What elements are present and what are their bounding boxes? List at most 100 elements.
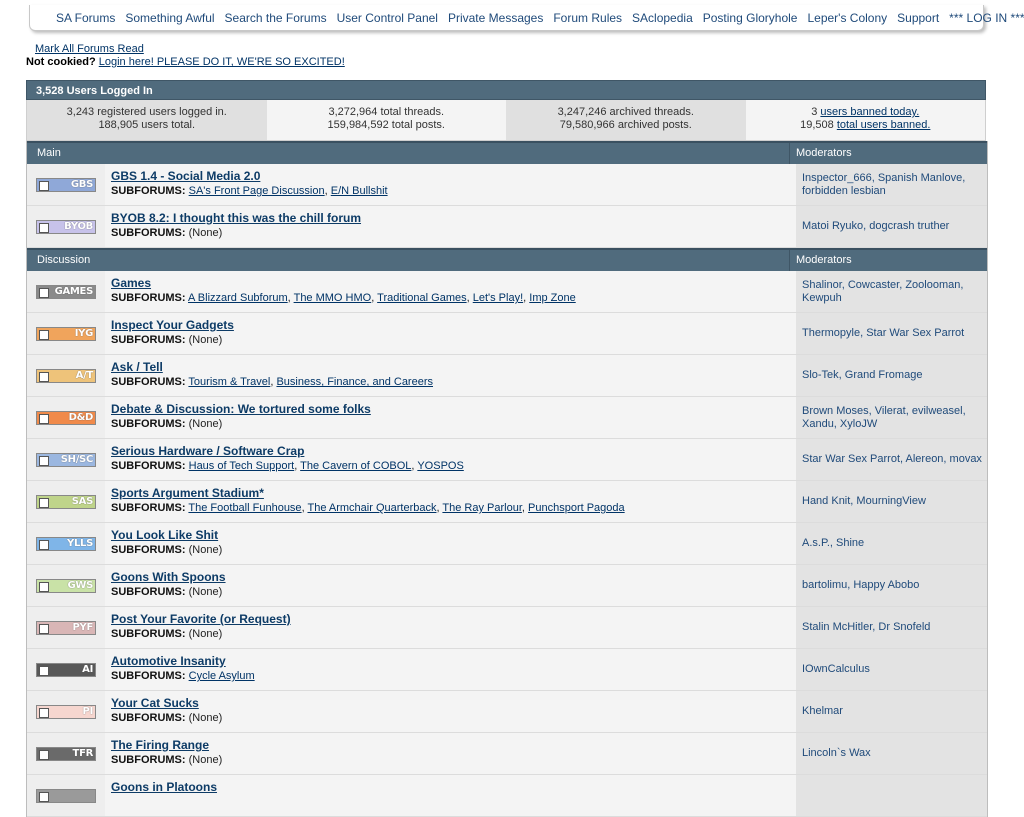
total-banned-count: 19,508: [800, 119, 834, 131]
forum-icon-cell: PYF: [27, 607, 105, 648]
login-link[interactable]: Login here! PLEASE DO IT, WE'RE SO EXCIT…: [99, 56, 345, 68]
forum-icon-cell: GAMES: [27, 271, 105, 312]
subforums-label: SUBFORUMS:: [111, 544, 186, 556]
forum-info: Goons in Platoons: [105, 775, 796, 816]
section-title: Discussion: [37, 254, 91, 266]
forum-title-link[interactable]: Your Cat Sucks: [111, 696, 796, 711]
forum-info: Automotive Insanity SUBFORUMS: Cycle Asyl…: [105, 649, 796, 690]
subforums-line: SUBFORUMS: Tourism & Travel, Business, F…: [111, 376, 433, 388]
nav-link-search-the-forums[interactable]: Search the Forums: [225, 11, 327, 25]
forum-icon[interactable]: YLLS: [36, 536, 96, 551]
subforums-none: (None): [188, 418, 223, 430]
forum-icon[interactable]: BYOB: [36, 219, 96, 234]
subforum-link[interactable]: Traditional Games: [377, 292, 466, 304]
subforums-none: (None): [188, 712, 223, 724]
subforum-link[interactable]: Punchsport Pagoda: [528, 502, 625, 514]
forum-title-link[interactable]: GBS 1.4 - Social Media 2.0: [111, 169, 796, 184]
forum-icon[interactable]: GWS: [36, 578, 96, 593]
archived-threads-text: 3,247,246 archived threads.: [557, 106, 694, 118]
forum-title-link[interactable]: Serious Hardware / Software Crap: [111, 444, 796, 459]
subforum-link[interactable]: Cycle Asylum: [189, 670, 255, 682]
forum-moderators: Matoi Ryuko, dogcrash truther: [796, 206, 987, 247]
subforums-none: (None): [188, 754, 223, 766]
forum-row: GAMES Games SUBFORUMS: A Blizzard Subforum…: [27, 271, 987, 313]
subforum-link[interactable]: Business, Finance, and Careers: [276, 376, 433, 388]
nav-link-posting-gloryhole[interactable]: Posting Gloryhole: [703, 11, 798, 25]
subforum-link[interactable]: The Football Funhouse: [188, 502, 301, 514]
checkbox-icon: [39, 665, 49, 676]
registered-users-text: 3,243 registered users logged in.: [66, 106, 227, 118]
checkbox-icon: [39, 623, 49, 634]
section-title: Main: [37, 147, 61, 159]
subforum-link[interactable]: The Cavern of COBOL: [300, 460, 411, 472]
subforum-link[interactable]: SA's Front Page Discussion: [189, 185, 325, 197]
forum-icon-label: D&D: [68, 412, 94, 423]
checkbox-icon: [39, 371, 49, 382]
forum-info: Sports Argument Stadium* SUBFORUMS: The F…: [105, 481, 796, 522]
subforum-link[interactable]: The Ray Parlour: [442, 502, 521, 514]
forum-icon[interactable]: D&D: [36, 410, 96, 425]
nav-link-support[interactable]: Support: [897, 11, 939, 25]
moderator-names: IOwnCalculus: [802, 663, 870, 675]
subforum-link[interactable]: YOSPOS: [417, 460, 463, 472]
nav-link-private-messages[interactable]: Private Messages: [448, 11, 543, 25]
mark-all-read-link[interactable]: Mark All Forums Read: [35, 43, 345, 56]
forum-icon[interactable]: SH/SC: [36, 452, 96, 467]
nav-link-sa-forums[interactable]: SA Forums: [56, 11, 115, 25]
subforum-link[interactable]: The Armchair Quarterback: [307, 502, 436, 514]
forum-row: YLLS You Look Like Shit SUBFORUMS: (None) A…: [27, 523, 987, 565]
forum-title-link[interactable]: Debate & Discussion: We tortured some fo…: [111, 402, 796, 417]
forum-icon[interactable]: A/T: [36, 368, 96, 383]
forum-title-link[interactable]: The Firing Range: [111, 738, 796, 753]
forum-icon-label: GAMES: [54, 286, 94, 297]
nav-link-something-awful[interactable]: Something Awful: [125, 11, 214, 25]
forum-row: BYOB BYOB 8.2: I thought this was the chi…: [27, 206, 987, 248]
forum-title-link[interactable]: Automotive Insanity: [111, 654, 796, 669]
subforum-link[interactable]: Tourism & Travel: [188, 376, 270, 388]
banned-today-link[interactable]: users banned today.: [820, 106, 919, 118]
forum-icon[interactable]: PYF: [36, 620, 96, 635]
moderator-names: bartolimu, Happy Abobo: [802, 579, 920, 591]
forum-icon-cell: [27, 775, 105, 816]
nav-link-leper-s-colony[interactable]: Leper's Colony: [807, 11, 887, 25]
not-cookied-label: Not cookied?: [26, 56, 96, 68]
forum-icon[interactable]: [36, 788, 96, 803]
nav-link-saclopedia[interactable]: SAclopedia: [632, 11, 693, 25]
subforum-link[interactable]: Imp Zone: [529, 292, 575, 304]
forum-title-link[interactable]: BYOB 8.2: I thought this was the chill f…: [111, 211, 796, 226]
forum-icon[interactable]: PI: [36, 704, 96, 719]
subforum-link[interactable]: Haus of Tech Support: [189, 460, 295, 472]
forum-icon-cell: D&D: [27, 397, 105, 438]
subforum-link[interactable]: E/N Bullshit: [331, 185, 388, 197]
nav-link-log-in[interactable]: *** LOG IN ***: [949, 11, 1024, 25]
total-banned-line: 19,508 total users banned.: [746, 119, 986, 132]
moderator-names: Matoi Ryuko, dogcrash truther: [802, 220, 950, 232]
banned-today-count: 3: [811, 106, 818, 118]
forum-icon[interactable]: TFR: [36, 746, 96, 761]
forum-icon-label: PI: [82, 706, 94, 717]
forum-icon[interactable]: GBS: [36, 177, 96, 192]
moderator-names: Thermopyle, Star War Sex Parrot: [802, 327, 965, 339]
total-banned-link[interactable]: total users banned.: [837, 119, 931, 131]
nav-link-user-control-panel[interactable]: User Control Panel: [337, 11, 438, 25]
forum-title-link[interactable]: Games: [111, 276, 796, 291]
subforums-line: SUBFORUMS: (None): [111, 627, 796, 641]
subforum-link[interactable]: Let's Play!: [473, 292, 523, 304]
subforum-link[interactable]: The MMO HMO: [294, 292, 372, 304]
forum-icon[interactable]: GAMES: [36, 284, 96, 299]
forum-icon[interactable]: IYG: [36, 326, 96, 341]
banned-today-line: 3 users banned today.: [746, 106, 986, 119]
forum-title-link[interactable]: Inspect Your Gadgets: [111, 318, 796, 333]
forum-title-link[interactable]: Goons in Platoons: [111, 780, 796, 795]
forum-title-link[interactable]: You Look Like Shit: [111, 528, 796, 543]
forum-icon[interactable]: SAS: [36, 494, 96, 509]
moderator-names: Slo-Tek, Grand Fromage: [802, 369, 923, 381]
forum-title-link[interactable]: Ask / Tell: [111, 360, 796, 375]
forum-icon-cell: A/T: [27, 355, 105, 396]
subforum-link[interactable]: A Blizzard Subforum: [188, 292, 288, 304]
forum-title-link[interactable]: Post Your Favorite (or Request): [111, 612, 796, 627]
forum-icon[interactable]: AI: [36, 662, 96, 677]
forum-title-link[interactable]: Sports Argument Stadium*: [111, 486, 796, 501]
nav-link-forum-rules[interactable]: Forum Rules: [553, 11, 622, 25]
forum-title-link[interactable]: Goons With Spoons: [111, 570, 796, 585]
